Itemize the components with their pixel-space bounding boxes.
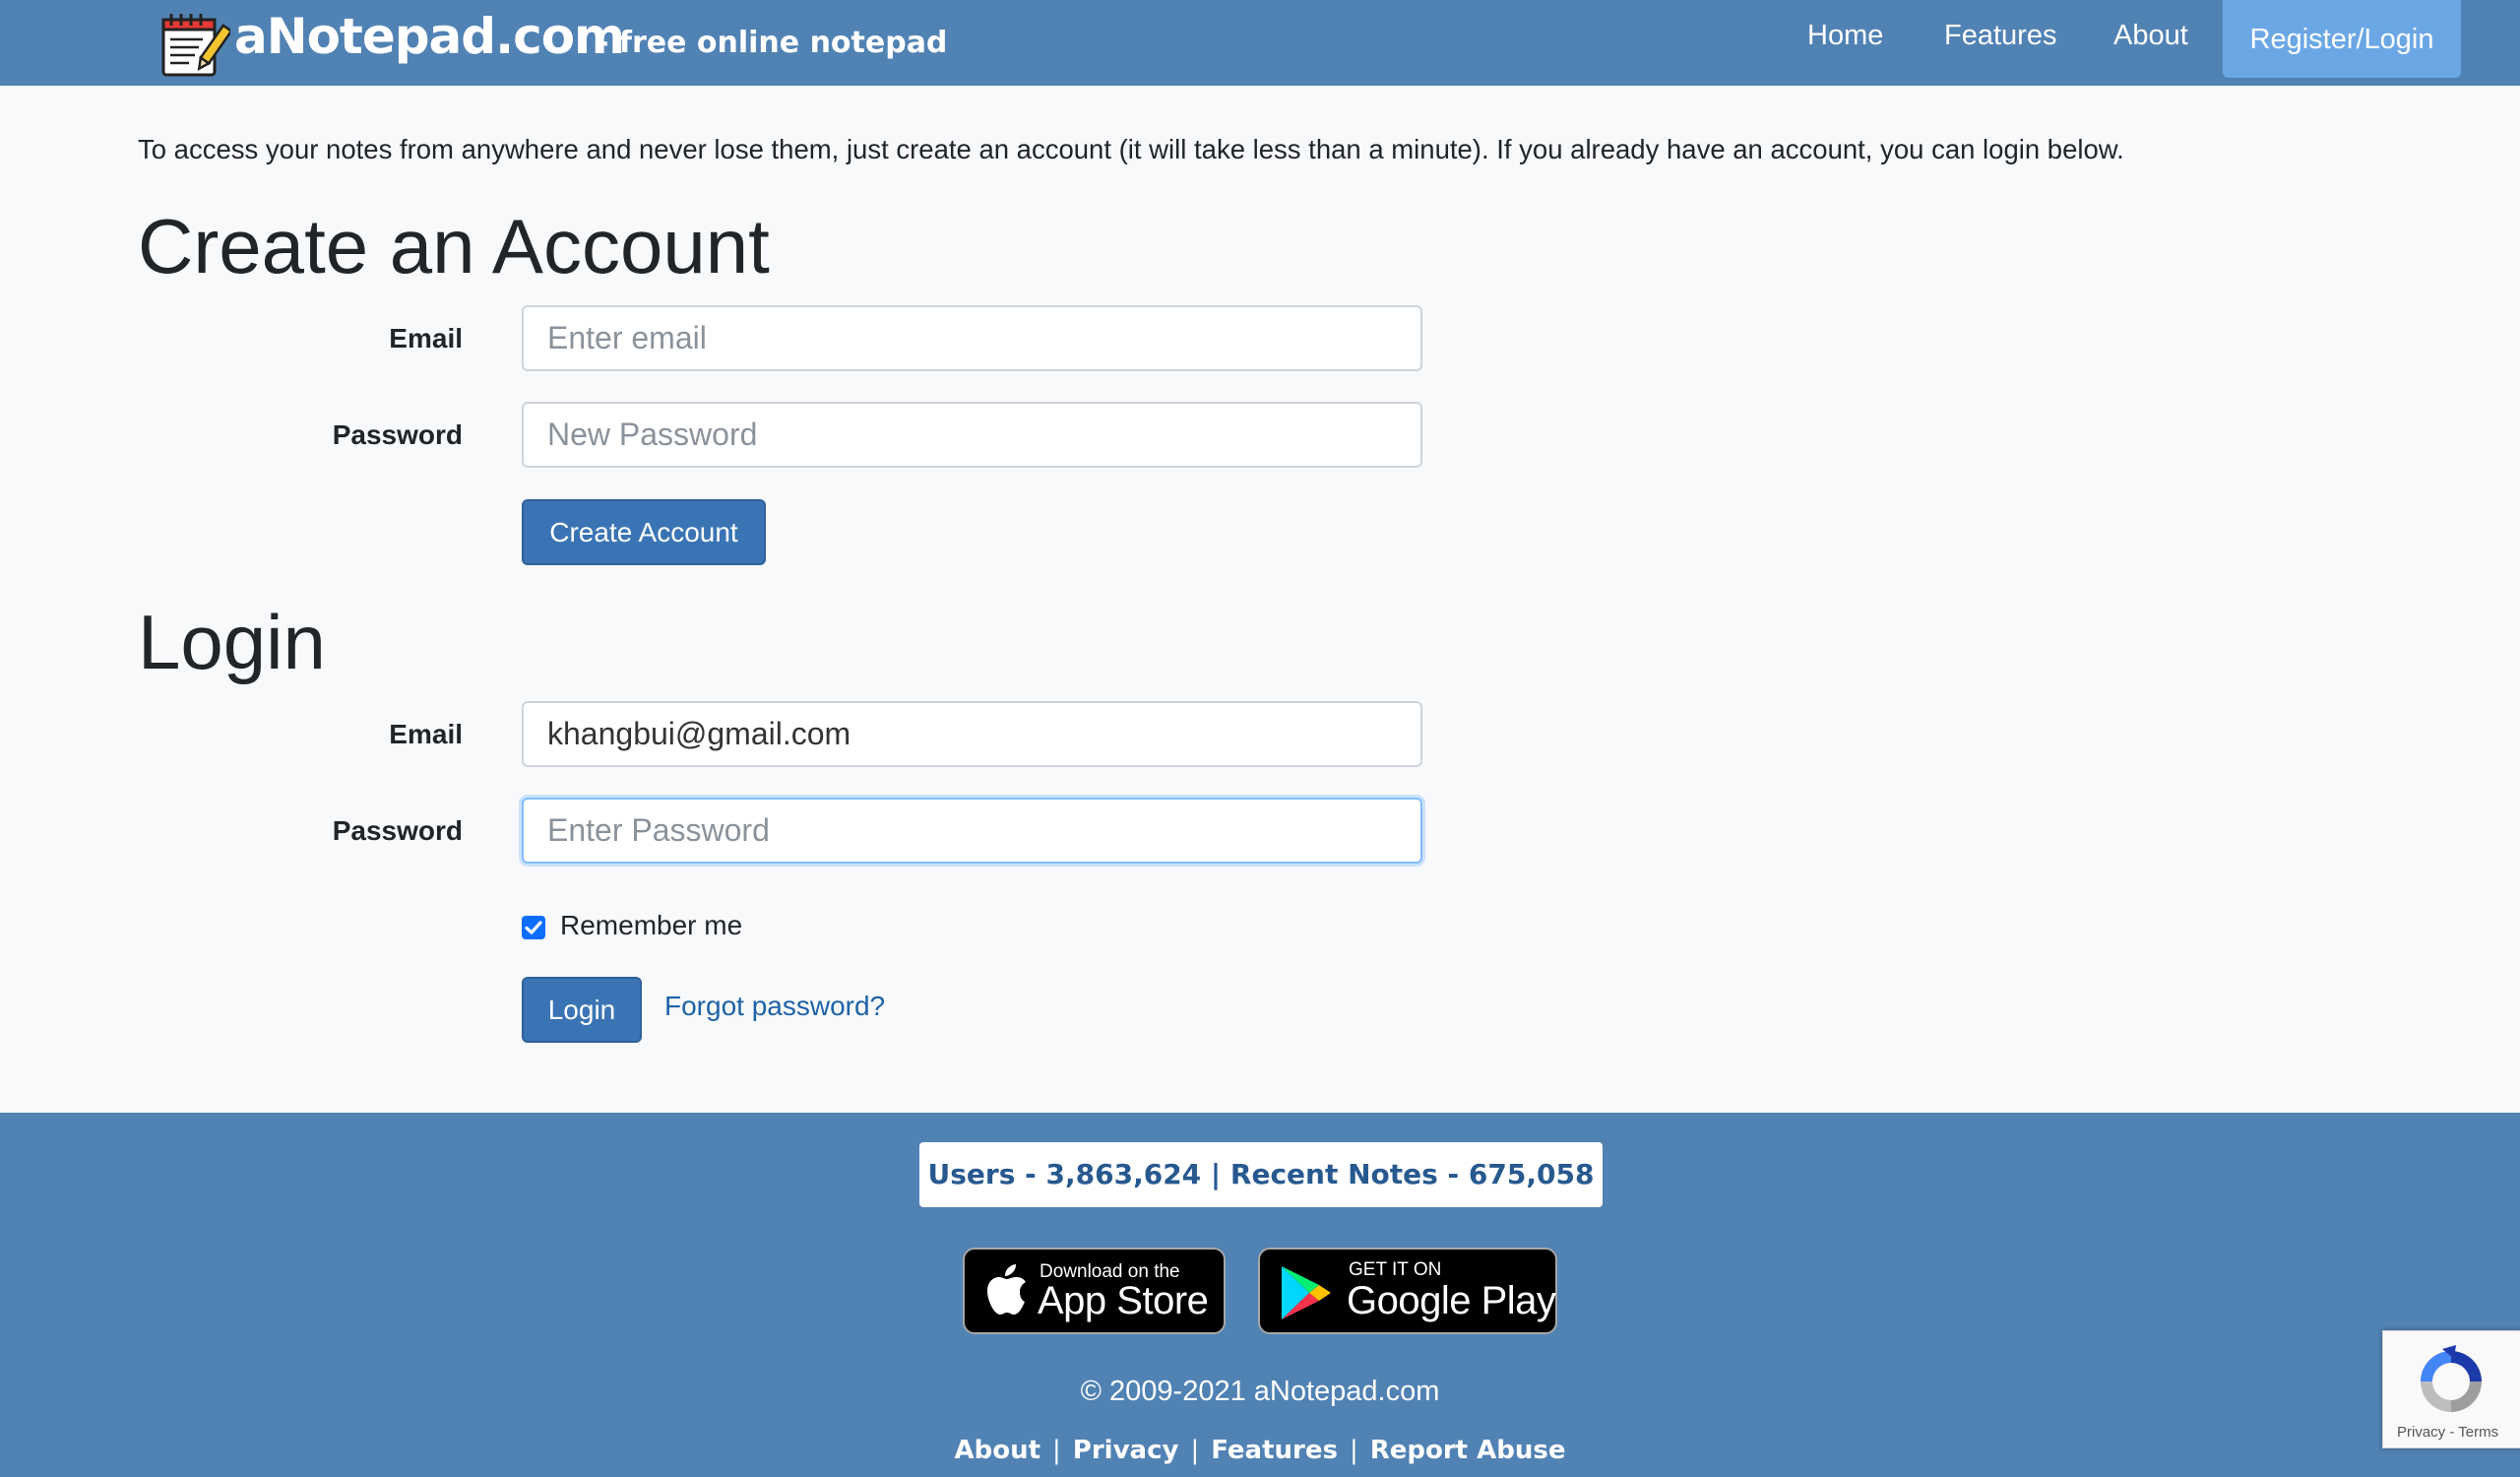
nav-features-link[interactable]: Features — [1944, 20, 2056, 52]
app-store-big-text: App Store — [1038, 1279, 1209, 1322]
create-email-input[interactable] — [522, 305, 1422, 371]
site-tagline: - free online notepad — [597, 26, 948, 60]
nav-register-login-link[interactable]: Register/Login — [2223, 0, 2461, 78]
footer-link-report-abuse[interactable]: Report Abuse — [1370, 1436, 1566, 1465]
nav-home-link[interactable]: Home — [1807, 20, 1883, 52]
footer-links: About | Privacy | Features | Report Abuse — [0, 1436, 2520, 1465]
login-password-input[interactable] — [522, 798, 1422, 864]
login-email-label: Email — [389, 719, 463, 749]
google-play-badge[interactable]: GET IT ON Google Play — [1258, 1248, 1557, 1334]
google-play-icon — [1282, 1266, 1331, 1319]
recaptcha-badge[interactable]: Privacy - Terms — [2382, 1330, 2520, 1448]
google-play-big-text: Google Play — [1347, 1279, 1556, 1322]
apple-icon — [987, 1264, 1026, 1315]
checkmark-icon — [525, 921, 542, 934]
remember-me-checkbox[interactable] — [522, 916, 545, 939]
intro-text: To access your notes from anywhere and n… — [138, 134, 2124, 164]
top-navbar: aNotepad.com - free online notepad Home … — [0, 0, 2520, 86]
footer-link-separator: | — [1349, 1436, 1358, 1465]
site-brand[interactable]: aNotepad.com — [234, 8, 625, 65]
create-password-input[interactable] — [522, 402, 1422, 468]
notepad-logo-icon[interactable] — [159, 10, 230, 79]
login-button[interactable]: Login — [522, 977, 642, 1043]
create-account-button[interactable]: Create Account — [522, 499, 766, 565]
footer-link-privacy[interactable]: Privacy — [1073, 1436, 1179, 1465]
footer-link-separator: | — [1052, 1436, 1061, 1465]
create-account-heading: Create an Account — [138, 203, 770, 289]
footer-link-features[interactable]: Features — [1211, 1436, 1338, 1465]
site-stats-box: Users - 3,863,624 | Recent Notes - 675,0… — [919, 1142, 1603, 1207]
create-email-label: Email — [389, 323, 463, 353]
create-password-label: Password — [332, 419, 463, 450]
footer-link-separator: | — [1190, 1436, 1200, 1465]
login-password-label: Password — [332, 815, 463, 846]
forgot-password-link[interactable]: Forgot password? — [664, 991, 885, 1022]
login-email-input[interactable] — [522, 701, 1422, 767]
footer-link-about[interactable]: About — [954, 1436, 1040, 1465]
recaptcha-privacy-terms[interactable]: Privacy - Terms — [2397, 1424, 2498, 1441]
recaptcha-icon — [2421, 1345, 2482, 1412]
nav-about-link[interactable]: About — [2113, 20, 2188, 52]
copyright-text: © 2009-2021 aNotepad.com — [1080, 1376, 1440, 1407]
login-heading: Login — [138, 599, 326, 685]
app-store-badge[interactable]: Download on the App Store — [963, 1248, 1226, 1334]
google-play-small-text: GET IT ON — [1349, 1259, 1442, 1280]
remember-me-label[interactable]: Remember me — [560, 910, 742, 941]
